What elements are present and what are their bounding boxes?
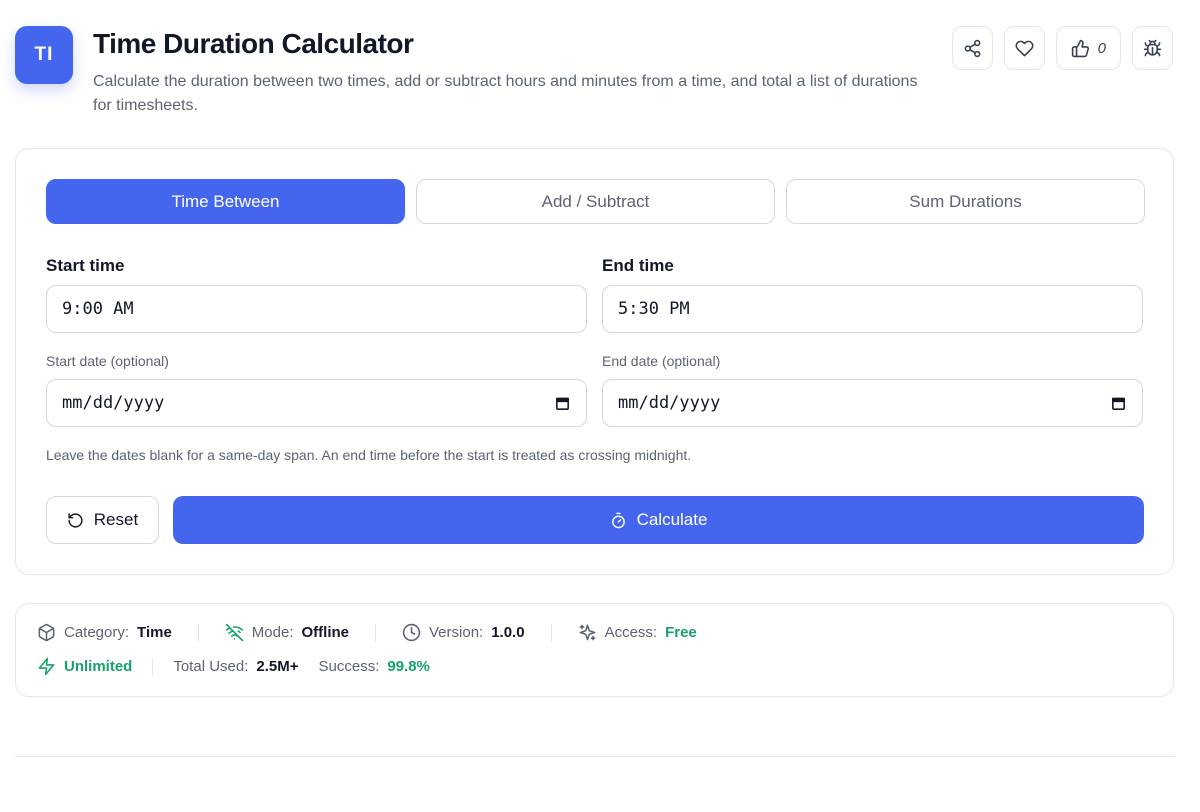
total-used-label: Total Used: [173,658,249,675]
category-info: Category: Time [37,623,172,642]
clock-icon [402,623,421,642]
end-time-label: End time [602,256,674,275]
category-label: Category: [64,624,130,641]
share-icon [964,39,981,57]
mode-label: Mode: [251,624,294,641]
reset-label: Reset [93,510,139,529]
success-value: 99.8% [387,658,430,675]
meta-row-2: Unlimited Total Used: 2.5M+ Success: 99.… [37,657,430,676]
favorite-button[interactable] [1003,26,1045,70]
like-count: 0 [1097,39,1106,57]
meta-row-1: Category: Time Mode: Offline Version: 1.… [37,623,697,642]
calculate-button[interactable]: Calculate [173,496,1144,544]
share-button[interactable] [951,26,993,70]
divider [152,657,154,676]
report-bug-button[interactable] [1132,26,1173,70]
tab-time-between[interactable]: Time Between [46,179,405,224]
end-date-label: End date (optional) [602,353,721,369]
bug-icon [1143,39,1162,56]
start-time-value: 9:00 AM [62,299,134,319]
sparkles-icon [579,624,595,641]
divider [197,623,199,642]
end-time-value: 5:30 PM [618,299,690,319]
end-date-placeholder: mm/dd/yyyy [618,393,721,413]
success-label: Success: [318,658,380,675]
unlimited-info: Unlimited [37,657,132,676]
end-date-input[interactable]: mm/dd/yyyy [602,379,1143,427]
tab-add-subtract[interactable]: Add / Subtract [416,179,775,224]
total-used-value: 2.5M+ [256,658,299,675]
reset-icon [68,512,83,528]
start-time-label: Start time [46,256,125,275]
divider [375,623,376,642]
wifi-off-icon [225,623,244,642]
form-hint: Leave the dates blank for a same-day spa… [46,447,692,463]
mode-tabs: Time Between Add / Subtract Sum Duration… [46,179,1145,224]
access-label: Access: [604,624,658,641]
divider [550,623,552,642]
version-info: Version: 1.0.0 [402,623,525,642]
calculate-label: Calculate [636,510,708,529]
version-label: Version: [429,624,484,641]
category-value: Time [137,624,172,641]
version-value: 1.0.0 [491,624,525,641]
header-actions: 0 [951,26,1173,70]
app-logo: TI [15,26,73,84]
tool-info-panel: Category: Time Mode: Offline Version: 1.… [15,603,1174,697]
mode-value: Offline [301,624,350,641]
stopwatch-icon [611,512,625,528]
zap-icon [38,657,55,676]
like-button[interactable]: 0 [1055,26,1121,70]
total-used-info: Total Used: 2.5M+ [173,658,298,675]
calendar-icon[interactable] [1110,395,1127,412]
thumbs-up-icon [1071,39,1089,57]
mode-info: Mode: Offline [225,623,349,642]
page-subtitle: Calculate the duration between two times… [93,73,918,114]
access-value: Free [665,624,697,641]
tab-sum-durations[interactable]: Sum Durations [786,179,1145,224]
box-icon [38,623,55,642]
heart-icon [1015,40,1034,56]
start-date-input[interactable]: mm/dd/yyyy [46,379,587,427]
end-time-input[interactable]: 5:30 PM [602,285,1143,333]
calendar-icon[interactable] [554,395,571,412]
success-info: Success: 99.8% [319,658,430,675]
access-info: Access: Free [578,623,697,642]
calculator-card: Time Between Add / Subtract Sum Duration… [15,148,1174,575]
start-date-placeholder: mm/dd/yyyy [62,393,165,413]
start-date-label: Start date (optional) [46,353,169,369]
reset-button[interactable]: Reset [46,496,159,544]
unlimited-label: Unlimited [64,658,133,675]
start-time-input[interactable]: 9:00 AM [46,285,587,333]
page-title: Time Duration Calculator [93,28,414,59]
footer-divider [15,756,1174,757]
